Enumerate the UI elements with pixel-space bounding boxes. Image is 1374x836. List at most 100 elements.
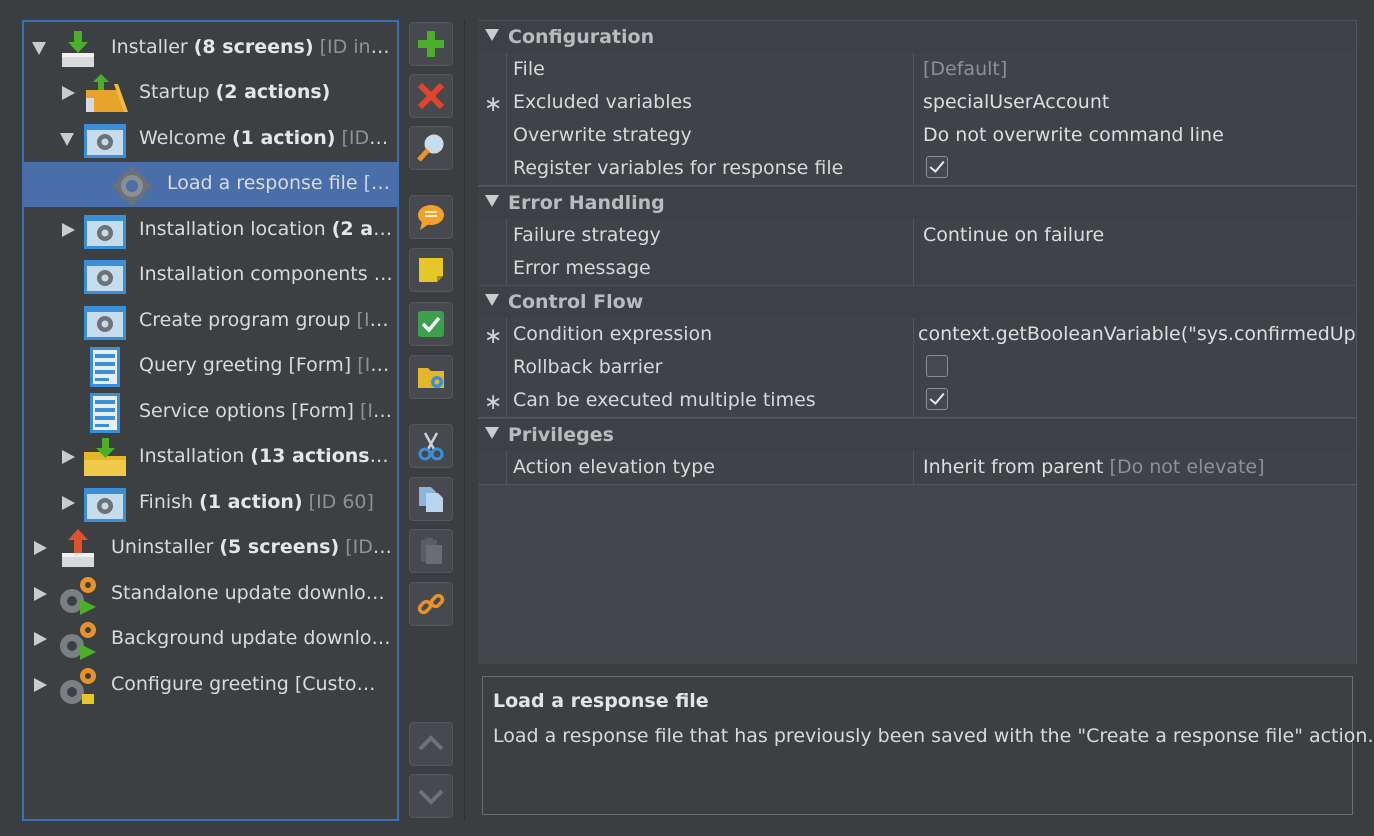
property-name: Rollback barrier (506, 351, 914, 384)
property-row-file[interactable]: File [Default] (478, 53, 1356, 87)
search-icon (417, 134, 444, 162)
property-value[interactable]: Inherit from parent [Do not elevate] (920, 451, 1356, 484)
collapse-arrow-icon[interactable] (32, 42, 46, 55)
tree-node-label: Load a response file [ID 48] (167, 172, 393, 194)
tree-node-service-options[interactable]: Service options [Form] [ID 55] (24, 390, 397, 435)
action-gear-icon (113, 167, 151, 205)
tree-node-label: Welcome (1 action) [ID 47] (139, 127, 393, 149)
cut-button[interactable] (409, 424, 453, 468)
collapse-arrow-icon[interactable] (485, 29, 499, 41)
property-value[interactable]: specialUserAccount (920, 86, 1356, 119)
note-button[interactable] (409, 248, 453, 292)
link-button[interactable] (409, 582, 453, 626)
check-button[interactable] (409, 302, 453, 346)
application-gears-icon (60, 577, 96, 615)
property-name: Overwrite strategy (506, 119, 914, 152)
collapse-arrow-icon[interactable] (60, 133, 74, 146)
property-value[interactable]: context.getBooleanVariable("sys.confirme… (918, 318, 1356, 351)
expand-arrow-icon[interactable] (62, 496, 75, 510)
collapse-arrow-icon[interactable] (485, 195, 499, 207)
property-row-condition-expression[interactable]: ∗ Condition expression context.getBoolea… (478, 318, 1356, 352)
modified-star-icon: ∗ (484, 390, 503, 415)
property-row-multiple-times[interactable]: ∗ Can be executed multiple times (478, 384, 1356, 418)
delete-button[interactable] (409, 74, 453, 118)
collapse-arrow-icon[interactable] (485, 294, 499, 306)
property-row-excluded-variables[interactable]: ∗ Excluded variables specialUserAccount (478, 86, 1356, 120)
tree-node-query-greeting[interactable]: Query greeting [Form] [ID 54] (24, 344, 397, 389)
property-row-overwrite-strategy[interactable]: Overwrite strategy Do not overwrite comm… (478, 119, 1356, 153)
tree-node-background-update-downloader[interactable]: Background update downloader (24, 617, 397, 662)
custom-application-icon (60, 668, 96, 704)
tree-node-welcome[interactable]: Welcome (1 action) [ID 47] (24, 117, 397, 162)
property-table-edge (1356, 20, 1357, 664)
folder-icon (418, 368, 444, 388)
comment-button[interactable] (409, 195, 453, 239)
tree-node-installer[interactable]: Installer (8 screens) [ID installer] (24, 26, 397, 71)
property-row-action-elevation-type[interactable]: Action elevation type Inherit from paren… (478, 451, 1356, 485)
tree-node-label: Installation (13 actions) [ID 56] (139, 445, 393, 467)
screens-actions-tree[interactable]: Installer (8 screens) [ID installer] Sta… (22, 20, 399, 821)
property-row-error-message[interactable]: Error message (478, 252, 1356, 286)
property-table: Configuration File [Default] ∗ Excluded … (478, 20, 1356, 664)
property-value[interactable] (920, 252, 1356, 285)
form-icon (90, 347, 120, 387)
modified-star-icon: ∗ (484, 92, 503, 117)
tree-node-label: Standalone update downloader (111, 582, 393, 604)
expand-arrow-icon[interactable] (62, 86, 75, 100)
tree-node-uninstaller[interactable]: Uninstaller (5 screens) [ID uninstaller] (24, 526, 397, 571)
tree-node-label: Finish (1 action) [ID 60] (139, 491, 374, 513)
property-value[interactable]: Continue on failure (920, 219, 1356, 252)
expand-arrow-icon[interactable] (34, 541, 47, 555)
search-button[interactable] (409, 126, 453, 170)
copy-button[interactable] (409, 477, 453, 521)
panel-divider[interactable] (464, 20, 465, 820)
expand-arrow-icon[interactable] (62, 450, 75, 464)
expand-arrow-icon[interactable] (34, 632, 47, 646)
expand-arrow-icon[interactable] (34, 678, 47, 692)
screen-window-icon (84, 306, 126, 340)
move-down-icon (418, 789, 444, 805)
property-row-register-variables[interactable]: Register variables for response file (478, 152, 1356, 186)
tree-node-installation-location[interactable]: Installation location (2 actions) (24, 208, 397, 253)
tree-node-finish[interactable]: Finish (1 action) [ID 60] (24, 481, 397, 526)
register-variables-checkbox[interactable] (926, 155, 948, 178)
add-button[interactable] (409, 22, 453, 66)
tree-node-label: Service options [Form] [ID 55] (139, 400, 393, 422)
tree-node-standalone-update-downloader[interactable]: Standalone update downloader (24, 572, 397, 617)
rollback-barrier-checkbox[interactable] (926, 354, 948, 377)
collapse-arrow-icon[interactable] (485, 427, 499, 439)
startup-box-icon (86, 74, 128, 112)
property-row-rollback-barrier[interactable]: Rollback barrier (478, 351, 1356, 385)
tree-node-installation[interactable]: Installation (13 actions) [ID 56] (24, 435, 397, 480)
tree-node-create-program-group[interactable]: Create program group [ID 53] (24, 299, 397, 344)
property-value[interactable]: Do not overwrite command line (920, 119, 1356, 152)
expand-arrow-icon[interactable] (34, 587, 47, 601)
property-name: Action elevation type (506, 451, 914, 484)
section-control-flow[interactable]: Control Flow (478, 285, 1356, 319)
comment-icon (418, 205, 444, 230)
property-row-failure-strategy[interactable]: Failure strategy Continue on failure (478, 219, 1356, 253)
uninstaller-icon (62, 529, 94, 567)
move-down-button[interactable] (409, 774, 453, 818)
cut-icon (418, 432, 444, 461)
tree-node-load-response-file[interactable]: Load a response file [ID 48] (24, 162, 397, 207)
application-gears-icon (60, 622, 96, 660)
property-name: Error message (506, 252, 914, 285)
tree-node-installation-components[interactable]: Installation components [ID 51] (24, 253, 397, 298)
tree-node-configure-greeting[interactable]: Configure greeting [Custom application] (24, 663, 397, 708)
tree-node-startup[interactable]: Startup (2 actions) (24, 71, 397, 116)
move-up-button[interactable] (409, 722, 453, 766)
check-icon (418, 311, 444, 337)
multiple-times-checkbox[interactable] (926, 387, 948, 410)
add-icon (418, 31, 444, 57)
section-configuration[interactable]: Configuration (478, 20, 1356, 54)
expand-arrow-icon[interactable] (62, 223, 75, 237)
property-name: Excluded variables (506, 86, 914, 119)
section-privileges[interactable]: Privileges (478, 418, 1356, 452)
screen-window-icon (84, 124, 126, 158)
section-error-handling[interactable]: Error Handling (478, 186, 1356, 220)
folder-button[interactable] (409, 355, 453, 399)
section-title: Configuration (508, 26, 655, 48)
paste-button[interactable] (409, 529, 453, 573)
property-value[interactable]: [Default] (920, 53, 1356, 86)
